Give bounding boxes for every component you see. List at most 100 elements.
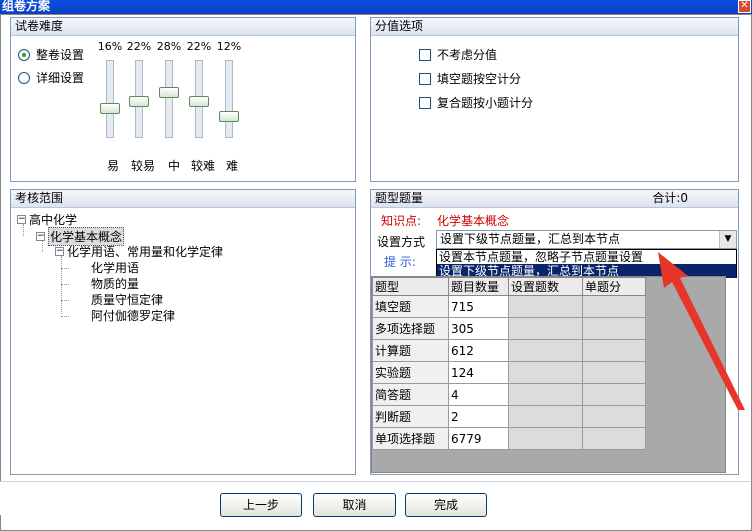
slider-medium[interactable]: 28% xyxy=(156,40,182,138)
table-row[interactable]: 多项选择题 305 xyxy=(372,317,646,340)
checkbox-blank-score-box[interactable] xyxy=(419,72,431,85)
score-header: 分值选项 xyxy=(371,18,738,36)
slider-fairly-hard-track[interactable] xyxy=(189,60,209,138)
slider-medium-track[interactable] xyxy=(159,60,179,138)
table-cell[interactable] xyxy=(582,383,646,406)
tree-node-root[interactable]: − 高中化学 xyxy=(17,211,77,228)
table-cell: 多项选择题 xyxy=(372,317,449,340)
scope-header: 考核范围 xyxy=(11,190,355,208)
slider-fairly-hard-label: 较难 xyxy=(191,159,216,173)
table-cell: 715 xyxy=(448,295,509,318)
prev-button[interactable]: 上一步 xyxy=(220,493,302,517)
method-dropdown-list[interactable]: 设置本节点题量，忽略子节点题量设置 设置下级节点题量，汇总到本节点 xyxy=(436,249,737,278)
tree-leaf-label: 化学用语 xyxy=(91,261,140,275)
table-cell[interactable] xyxy=(508,405,583,428)
table-cell: 简答题 xyxy=(372,383,449,406)
tree-node-terms[interactable]: − 化学用语、常用量和化学定律 xyxy=(55,243,223,260)
tree-leaf[interactable]: 化学用语 xyxy=(91,259,139,276)
knowledge-value: 化学基本概念 xyxy=(437,214,510,228)
slider-fairly-easy-pct: 22% xyxy=(126,40,152,53)
table-cell[interactable] xyxy=(508,427,583,450)
slider-fairly-hard-thumb[interactable] xyxy=(189,96,209,107)
question-table: 题型 题目数量 设置题数 单题分 填空题 715 多项选择题 305 计算题 612 … xyxy=(372,277,646,450)
column-header: 单题分 xyxy=(582,277,646,296)
chevron-down-icon[interactable]: ▼ xyxy=(719,231,736,248)
tree-leaf[interactable]: 阿付伽德罗定律 xyxy=(91,307,175,324)
checkbox-compound-score[interactable]: 复合题按小题计分 xyxy=(419,94,533,111)
hint-label: 提 示: xyxy=(384,255,416,269)
window-title-bar: 组卷方案 ✕ xyxy=(0,0,752,14)
slider-medium-label: 中 xyxy=(168,159,181,173)
table-cell[interactable] xyxy=(508,383,583,406)
table-cell: 305 xyxy=(448,317,509,340)
table-cell: 判断题 xyxy=(372,405,449,428)
tree-node-terms-label: 化学用语、常用量和化学定律 xyxy=(67,245,224,259)
table-cell[interactable] xyxy=(508,317,583,340)
questions-total: 合计:0 xyxy=(652,191,688,205)
checkbox-ignore-score-label: 不考虑分值 xyxy=(437,48,498,62)
table-cell[interactable] xyxy=(508,361,583,384)
checkbox-compound-score-box[interactable] xyxy=(419,96,431,109)
slider-hard-thumb[interactable] xyxy=(219,111,239,122)
checkbox-compound-score-label: 复合题按小题计分 xyxy=(437,96,534,110)
close-icon[interactable]: ✕ xyxy=(738,0,751,13)
method-select[interactable]: 设置下级节点题量，汇总到本节点 ▼ xyxy=(436,230,737,249)
slider-fairly-easy[interactable]: 22% xyxy=(126,40,152,138)
tree-leaf-label: 物质的量 xyxy=(91,277,140,291)
checkbox-ignore-score-box[interactable] xyxy=(419,48,431,61)
radio-detail-dot[interactable] xyxy=(18,71,30,84)
tree-leaf-label: 阿付伽德罗定律 xyxy=(91,309,176,323)
checkbox-blank-score-label: 填空题按空计分 xyxy=(437,72,522,86)
table-cell[interactable] xyxy=(582,361,646,384)
method-label: 设置方式 xyxy=(377,235,426,249)
cancel-button[interactable]: 取消 xyxy=(313,493,396,517)
table-cell: 4 xyxy=(448,383,509,406)
method-select-value: 设置下级节点题量，汇总到本节点 xyxy=(440,232,621,246)
table-cell: 2 xyxy=(448,405,509,428)
column-header: 题型 xyxy=(372,277,449,296)
checkbox-blank-score[interactable]: 填空题按空计分 xyxy=(419,70,521,87)
column-header: 设置题数 xyxy=(508,277,583,296)
slider-easy-track[interactable] xyxy=(100,60,120,138)
slider-fairly-easy-track[interactable] xyxy=(129,60,149,138)
radio-whole-paper[interactable]: 整卷设置 xyxy=(18,46,84,63)
table-row[interactable]: 实验题 124 xyxy=(372,361,646,384)
table-cell[interactable] xyxy=(582,339,646,362)
slider-medium-pct: 28% xyxy=(156,40,182,53)
slider-fairly-hard[interactable]: 22% xyxy=(186,40,212,138)
table-row[interactable]: 判断题 2 xyxy=(372,405,646,428)
slider-fairly-easy-thumb[interactable] xyxy=(129,96,149,107)
slider-hard-track[interactable] xyxy=(219,60,239,138)
radio-whole-paper-dot[interactable] xyxy=(18,48,30,61)
dropdown-option[interactable]: 设置本节点题量，忽略子节点题量设置 xyxy=(437,250,736,264)
slider-easy-thumb[interactable] xyxy=(100,103,120,114)
table-cell[interactable] xyxy=(582,405,646,428)
collapse-icon[interactable]: − xyxy=(17,215,26,224)
tree-leaf[interactable]: 物质的量 xyxy=(91,275,139,292)
scope-panel: 考核范围 − 高中化学 − 化学基本概念 − 化学用语、常用量和化学定律 化学用… xyxy=(10,189,356,475)
table-cell[interactable] xyxy=(582,295,646,318)
slider-hard[interactable]: 12% xyxy=(216,40,242,138)
table-cell[interactable] xyxy=(508,339,583,362)
collapse-icon[interactable]: − xyxy=(36,232,45,241)
table-row[interactable]: 单项选择题 6779 xyxy=(372,427,646,450)
slider-medium-thumb[interactable] xyxy=(159,87,179,98)
slider-easy-pct: 16% xyxy=(97,40,123,53)
table-row[interactable]: 填空题 715 xyxy=(372,295,646,318)
window-title: 组卷方案 xyxy=(2,0,51,13)
questions-header: 题型题量 合计:0 xyxy=(371,190,738,208)
slider-fairly-easy-label: 较易 xyxy=(131,159,156,173)
table-cell[interactable] xyxy=(508,295,583,318)
slider-easy[interactable]: 16% xyxy=(97,40,123,138)
collapse-icon[interactable]: − xyxy=(55,247,64,256)
radio-detail-label: 详细设置 xyxy=(36,71,85,85)
table-cell[interactable] xyxy=(582,427,646,450)
table-cell[interactable] xyxy=(582,317,646,340)
slider-hard-pct: 12% xyxy=(216,40,242,53)
table-row[interactable]: 简答题 4 xyxy=(372,383,646,406)
table-row[interactable]: 计算题 612 xyxy=(372,339,646,362)
finish-button[interactable]: 完成 xyxy=(405,493,487,517)
radio-detail[interactable]: 详细设置 xyxy=(18,69,84,86)
checkbox-ignore-score[interactable]: 不考虑分值 xyxy=(419,46,497,63)
tree-leaf[interactable]: 质量守恒定律 xyxy=(91,291,163,308)
